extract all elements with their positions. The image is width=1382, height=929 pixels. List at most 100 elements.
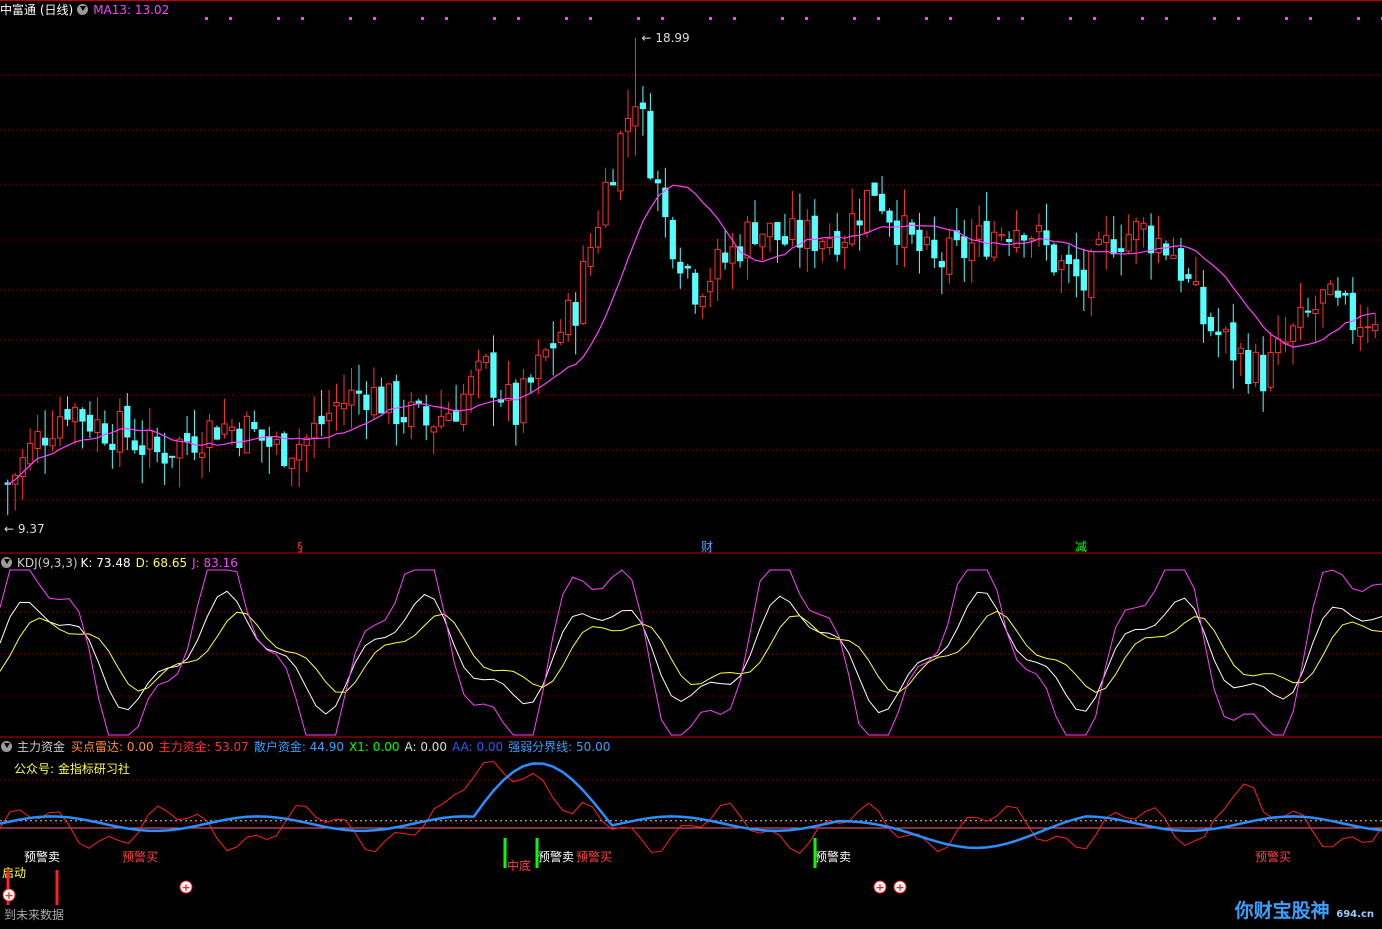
candle-body: [557, 331, 564, 344]
plus-icon: +: [4, 889, 13, 902]
candle-body: [318, 415, 325, 425]
candle-body: [542, 349, 549, 358]
candle-body: [1020, 235, 1028, 241]
marker-dot: [733, 17, 736, 20]
candle-body: [221, 423, 228, 435]
candle-body: [520, 378, 527, 424]
candle-body: [550, 343, 557, 349]
candle-body: [1252, 351, 1259, 383]
candle-body: [1222, 328, 1229, 333]
candle-body: [213, 427, 221, 440]
candle-body: [684, 265, 691, 269]
stock-chart[interactable]: ← 18.99← 9.37§ 财减预警卖 预警卖 预警卖预警买 预警买 预警买中底启动到未…: [0, 0, 1382, 929]
candle-body: [916, 229, 923, 251]
candle-body: [415, 400, 422, 404]
candle-body: [1035, 225, 1043, 233]
candle-body: [946, 237, 953, 275]
plus-icon: +: [875, 881, 884, 894]
candle-body: [580, 260, 587, 325]
candle-body: [1200, 286, 1207, 325]
plus-icon: +: [181, 881, 190, 894]
candle-body: [116, 410, 123, 453]
candle-body: [430, 426, 437, 433]
candle-body: [1088, 251, 1095, 298]
candle-body: [1177, 248, 1185, 281]
marker-dot: [277, 17, 280, 20]
signal-label: 启动: [2, 866, 26, 880]
candle-body: [1005, 239, 1013, 243]
candle-body: [804, 220, 811, 249]
marker-dot: [205, 17, 208, 20]
candle-body: [1364, 326, 1371, 329]
candle-body: [1162, 243, 1170, 256]
candle-body: [1275, 338, 1282, 354]
candle-body: [243, 415, 250, 454]
candle-body: [871, 182, 878, 196]
candle-body: [744, 221, 751, 259]
candle-body: [931, 239, 938, 259]
candle-body: [714, 248, 721, 280]
candle-body: [654, 179, 661, 184]
candle-body: [258, 429, 265, 441]
candle-body: [34, 431, 41, 449]
candle-body: [423, 406, 430, 426]
event-marker: 财: [701, 540, 713, 554]
marker-dot: [1237, 17, 1240, 20]
candle-body: [1170, 254, 1177, 259]
marker-dot: [1213, 17, 1216, 20]
candle-body: [86, 414, 94, 432]
candle-body: [923, 236, 931, 246]
candle-body: [938, 261, 945, 268]
candle-body: [49, 438, 56, 447]
plus-icon: +: [895, 881, 904, 894]
candle-body: [819, 240, 826, 250]
candle-body: [639, 102, 647, 110]
signal-label: 预警买: [122, 849, 158, 864]
candle-body: [1297, 306, 1304, 328]
candle-body: [370, 386, 378, 416]
candle-body: [751, 222, 759, 245]
candle-body: [594, 226, 602, 248]
candle-body: [998, 234, 1005, 237]
candle-body: [41, 437, 49, 446]
candle-body: [101, 423, 108, 444]
candle-body: [1357, 326, 1364, 337]
candle-body: [572, 302, 579, 326]
candle-body: [124, 405, 131, 438]
marker-dot: [589, 17, 592, 20]
candle-body: [1327, 283, 1334, 296]
marker-dot: [565, 17, 568, 20]
candle-body: [1215, 331, 1222, 336]
candle-body: [1065, 254, 1072, 264]
candle-body: [183, 433, 191, 442]
candle-body: [228, 426, 236, 432]
candle-body: [1058, 260, 1065, 271]
candle-body: [1095, 238, 1102, 245]
candle-body: [759, 233, 766, 248]
candle-body: [1289, 325, 1297, 342]
candle-body: [236, 428, 243, 449]
marker-dot: [493, 17, 496, 20]
candle-body: [1304, 310, 1312, 313]
candle-body: [467, 376, 475, 395]
candle-body: [826, 238, 833, 249]
candle-body: [901, 215, 908, 248]
candle-body: [251, 421, 258, 430]
signal-label: 预警买: [576, 849, 612, 864]
candle-body: [400, 416, 407, 423]
candle-body: [617, 133, 624, 192]
marker-dot: [445, 17, 448, 20]
candle-body: [393, 381, 400, 425]
candle-body: [340, 402, 348, 410]
candle-body: [482, 355, 490, 363]
candle-body: [1147, 225, 1155, 254]
candle-body: [198, 452, 206, 458]
marker-dot: [949, 17, 952, 20]
candle-body: [886, 210, 893, 223]
candle-body: [722, 252, 729, 263]
candle-body: [789, 218, 796, 240]
candle-body: [1237, 347, 1244, 355]
candle-body: [79, 409, 86, 422]
watermark-sub: 694.cn: [1336, 909, 1374, 920]
candle-body: [273, 438, 280, 445]
